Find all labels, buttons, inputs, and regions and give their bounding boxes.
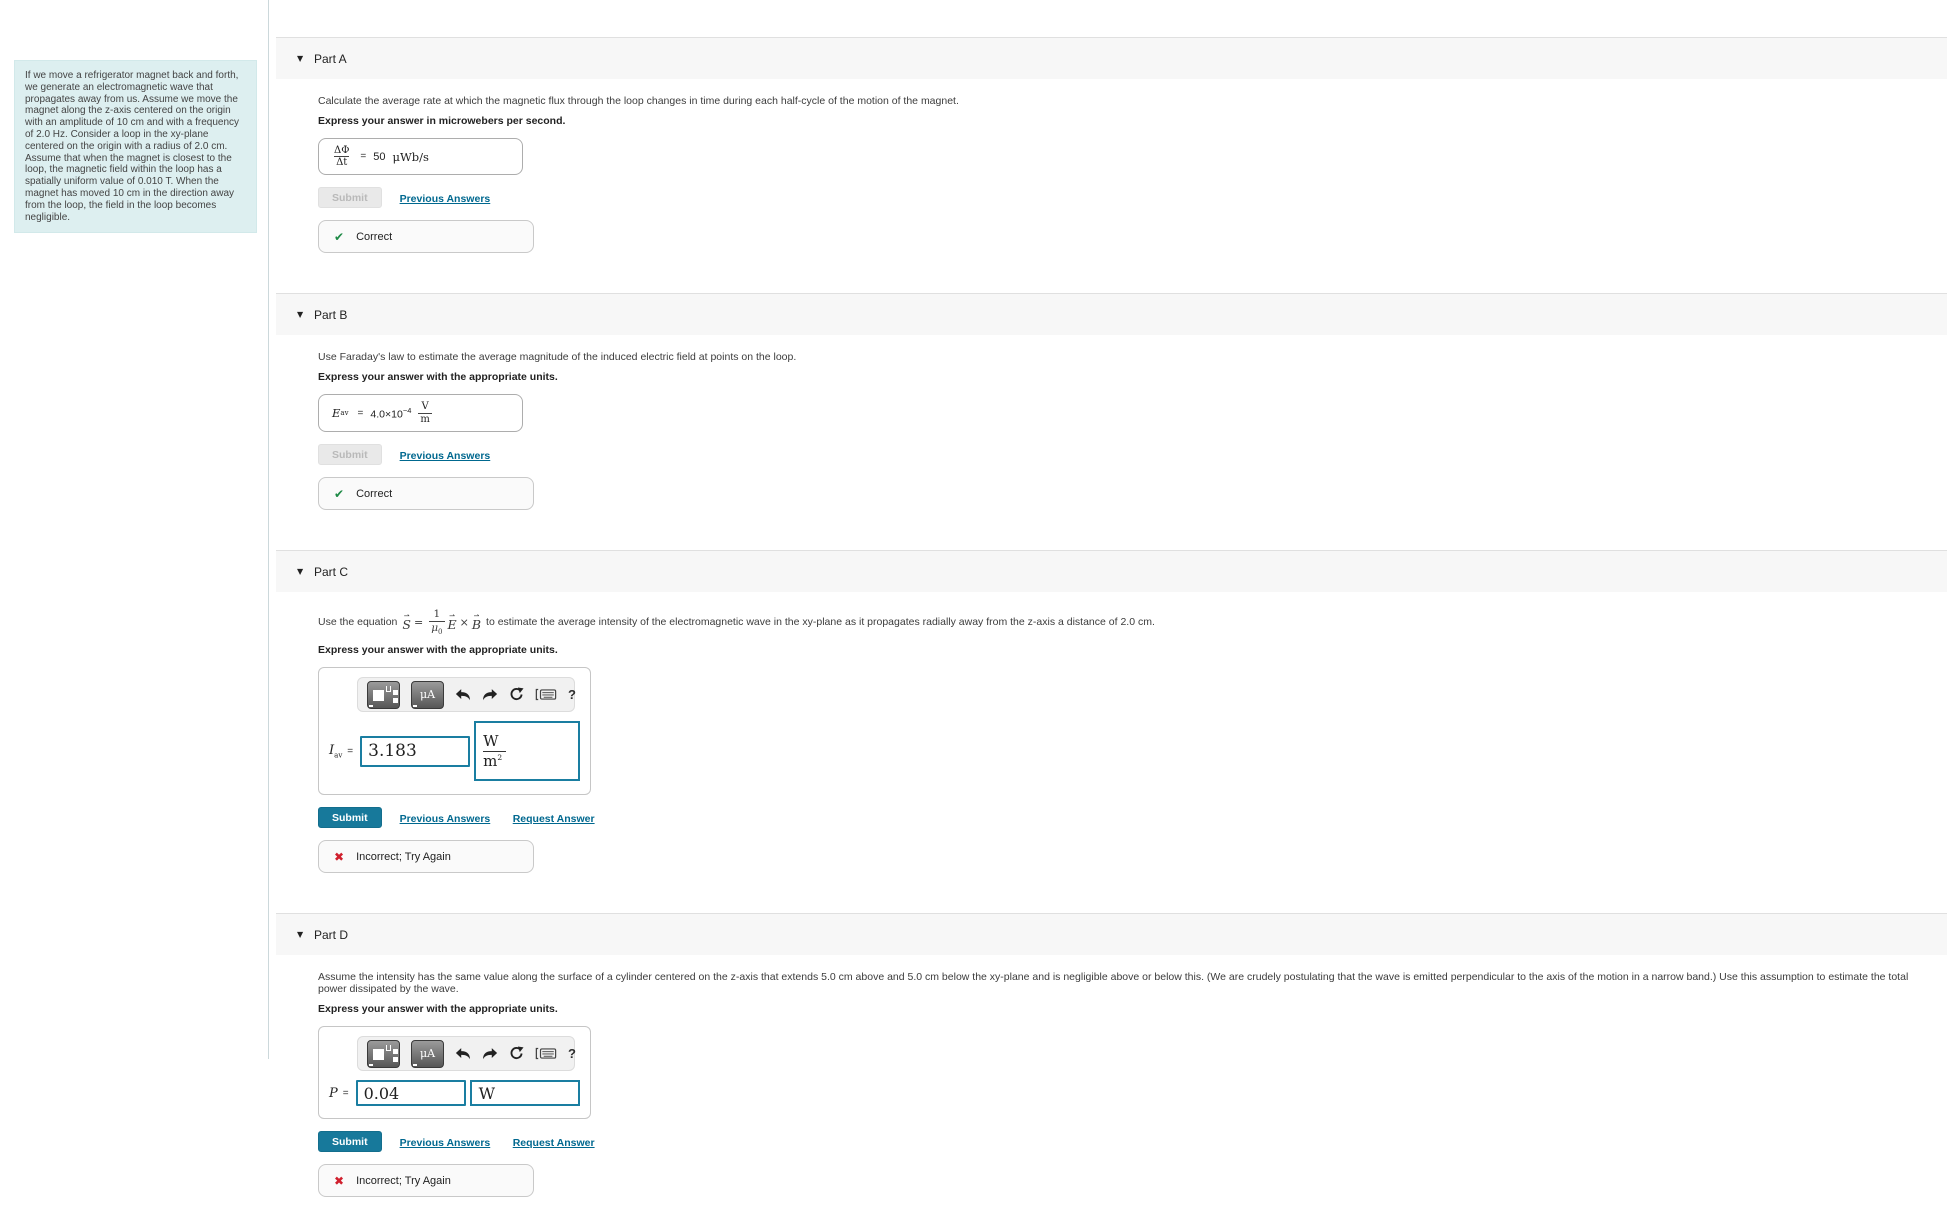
vector-s: ⇀ S xyxy=(402,612,411,632)
vector-b: ⇀ B xyxy=(471,612,482,632)
keyboard-icon[interactable] xyxy=(535,1047,557,1060)
previous-answers-link[interactable]: Previous Answers xyxy=(400,813,491,825)
part-c-description: Use the equation ⇀ S = 1 μ0 ⇀ E × ⇀ B to es… xyxy=(318,608,1155,636)
volts-per-meter-fraction: V m xyxy=(418,401,432,425)
part-d-units-input[interactable]: W xyxy=(469,1080,580,1107)
equation-toolbar: μA ? xyxy=(357,1036,576,1072)
part-d-feedback-incorrect: ✖ Incorrect; Try Again xyxy=(318,1164,534,1198)
part-b-answer-box: Eav = 4.0×10−4 V m xyxy=(318,394,523,432)
equation-toolbar: μA ? xyxy=(357,677,576,713)
part-a-answer-units: μWb/s xyxy=(392,149,429,164)
part-c-content: Use the equation ⇀ S = 1 μ0 ⇀ E × ⇀ B to es… xyxy=(276,592,1947,893)
part-c-units-input[interactable]: W m2 xyxy=(474,721,580,782)
collapse-icon[interactable]: ▼ xyxy=(297,567,314,576)
part-c-equation-editor: μA ? Iav = 3.183 W m2 xyxy=(318,667,591,796)
templates-button[interactable] xyxy=(367,1039,400,1068)
part-b-title: Part B xyxy=(314,307,348,322)
submit-button[interactable]: Submit xyxy=(318,444,382,465)
part-a-content: Calculate the average rate at which the … xyxy=(276,79,1947,273)
intensity-symbol: Iav xyxy=(329,742,343,760)
keyboard-icon[interactable] xyxy=(535,688,557,701)
collapse-icon[interactable]: ▼ xyxy=(297,930,314,939)
poynting-equation: ⇀ S = 1 μ0 ⇀ E × ⇀ B xyxy=(402,608,482,636)
submit-button[interactable]: Submit xyxy=(318,807,382,829)
part-a-answer-box: ΔΦ Δt = 50 μWb/s xyxy=(318,138,523,175)
feedback-text: Incorrect; Try Again xyxy=(356,1174,451,1187)
units-button[interactable]: μA xyxy=(411,1039,444,1068)
part-b-express: Express your answer with the appropriate… xyxy=(318,371,558,383)
problem-panel: If we move a refrigerator magnet back an… xyxy=(0,0,268,1059)
panel-divider xyxy=(268,0,269,1059)
feedback-text: Correct xyxy=(356,230,393,243)
check-icon: ✔ xyxy=(334,486,345,501)
undo-icon[interactable] xyxy=(455,1047,471,1060)
templates-button[interactable] xyxy=(367,680,400,709)
part-c-express: Express your answer with the appropriate… xyxy=(318,644,558,657)
previous-answers-link[interactable]: Previous Answers xyxy=(400,193,491,205)
check-icon: ✔ xyxy=(334,229,345,244)
power-symbol: P xyxy=(329,1085,338,1101)
request-answer-link[interactable]: Request Answer xyxy=(513,813,595,825)
part-b-content: Use Faraday's law to estimate the averag… xyxy=(276,335,1947,530)
equals-sign: = xyxy=(360,151,367,162)
part-d-description: Assume the intensity has the same value … xyxy=(318,971,1909,996)
part-c-value-input[interactable] xyxy=(360,735,471,767)
part-d-title: Part D xyxy=(314,927,349,942)
one-over-mu0-fraction: 1 μ0 xyxy=(429,608,445,636)
submit-button[interactable]: Submit xyxy=(318,187,382,208)
part-d-content: Assume the intensity has the same value … xyxy=(276,955,1947,1217)
previous-answers-link[interactable]: Previous Answers xyxy=(400,450,491,462)
part-c-feedback-incorrect: ✖ Incorrect; Try Again xyxy=(318,840,534,874)
part-a-title: Part A xyxy=(314,51,347,66)
part-b-answer-value: 4.0×10−4 xyxy=(370,405,412,421)
collapse-icon[interactable]: ▼ xyxy=(297,54,314,63)
part-c-title: Part C xyxy=(314,564,349,579)
part-b-description: Use Faraday's law to estimate the averag… xyxy=(318,351,797,363)
help-icon[interactable]: ? xyxy=(568,687,576,702)
request-answer-link[interactable]: Request Answer xyxy=(513,1137,595,1149)
feedback-text: Correct xyxy=(356,487,393,500)
part-a-answer-value: 50 xyxy=(373,150,386,163)
equals-sign: = xyxy=(357,407,364,419)
part-d-header[interactable]: ▼ Part D xyxy=(276,913,1947,956)
part-c-header[interactable]: ▼ Part C xyxy=(276,550,1947,592)
assignment-main: ▼ Part A Calculate the average rate at w… xyxy=(276,0,1947,1217)
reset-icon[interactable] xyxy=(509,687,524,702)
flux-rate-fraction: ΔΦ Δt xyxy=(334,144,350,169)
cross-icon: ✖ xyxy=(334,1173,345,1188)
redo-icon[interactable] xyxy=(482,1047,498,1060)
problem-statement: If we move a refrigerator magnet back an… xyxy=(14,60,257,234)
undo-icon[interactable] xyxy=(455,688,471,701)
part-b-feedback-correct: ✔ Correct xyxy=(318,477,534,510)
part-a-header[interactable]: ▼ Part A xyxy=(276,37,1947,79)
part-a-feedback-correct: ✔ Correct xyxy=(318,220,534,253)
part-d-express: Express your answer with the appropriate… xyxy=(318,1003,558,1016)
units-button[interactable]: μA xyxy=(411,680,444,709)
part-b-header[interactable]: ▼ Part B xyxy=(276,293,1947,335)
previous-answers-link[interactable]: Previous Answers xyxy=(400,1137,491,1149)
part-a-express: Express your answer in microwebers per s… xyxy=(318,115,566,127)
feedback-text: Incorrect; Try Again xyxy=(356,850,451,863)
submit-button[interactable]: Submit xyxy=(318,1131,382,1153)
redo-icon[interactable] xyxy=(482,688,498,701)
collapse-icon[interactable]: ▼ xyxy=(297,310,314,319)
part-a-description: Calculate the average rate at which the … xyxy=(318,95,959,107)
part-d-value-input[interactable] xyxy=(355,1080,466,1107)
efield-symbol: E xyxy=(332,406,341,420)
part-d-equation-editor: μA ? P = 0.04 W xyxy=(318,1026,591,1120)
vector-e: ⇀ E xyxy=(447,612,457,632)
cross-icon: ✖ xyxy=(334,849,345,864)
